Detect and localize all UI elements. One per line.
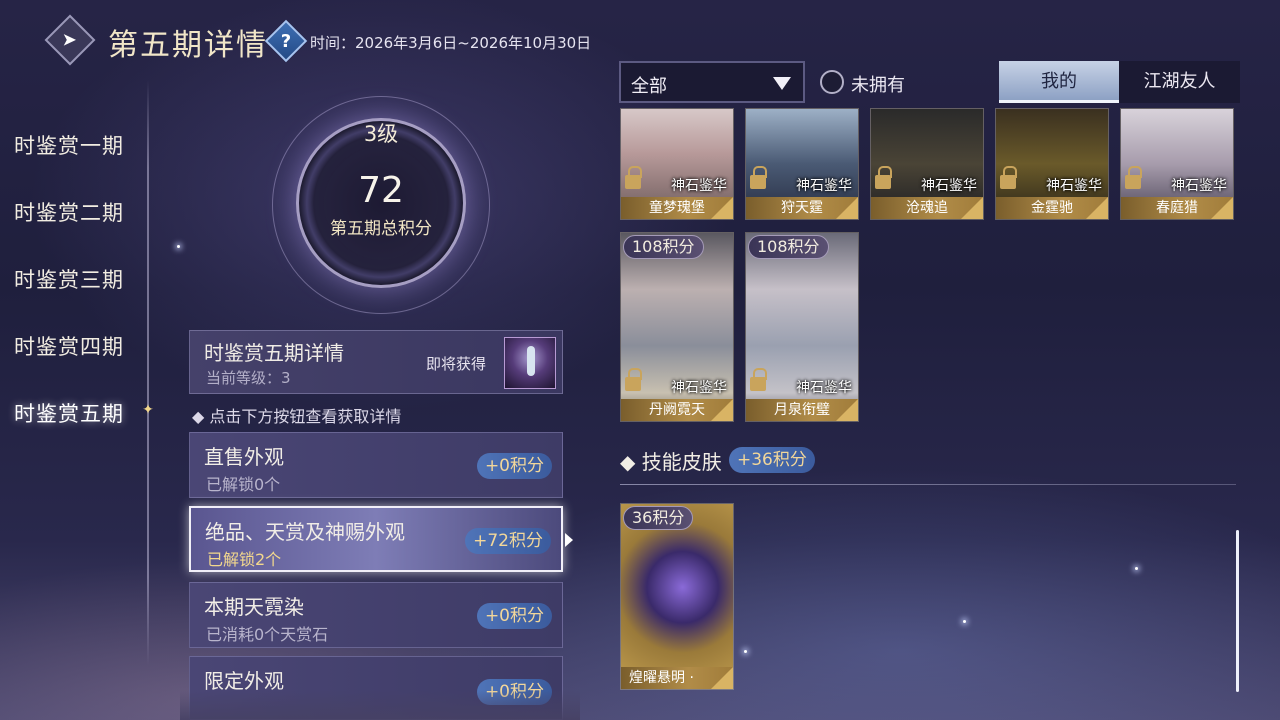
- category-dye[interactable]: 本期天霓染 已消耗0个天赏石 +0积分: [189, 582, 563, 648]
- period-tab-5[interactable]: 时鉴赏五期: [14, 398, 124, 465]
- item-type: 神石鉴华: [921, 178, 977, 194]
- category-direct-sale[interactable]: 直售外观 已解锁0个 +0积分: [189, 432, 563, 498]
- current-level: 当前等级：3: [206, 369, 291, 387]
- item-type: 神石鉴华: [796, 178, 852, 194]
- lock-icon: [875, 166, 892, 189]
- chevron-down-icon: [773, 77, 791, 90]
- lock-icon: [625, 166, 642, 189]
- category-premium[interactable]: 绝品、天赏及神赐外观 已解锁2个 +72积分: [189, 506, 563, 572]
- hint-text: ◆ 点击下方按钮查看获取详情: [192, 407, 402, 426]
- star-decoration: [744, 650, 747, 653]
- item-points-badge: 108积分: [748, 235, 829, 259]
- tab-mine[interactable]: 我的: [999, 61, 1119, 103]
- item-card[interactable]: 神石鉴华 金霆驰: [995, 108, 1109, 220]
- item-points-badge: 108积分: [623, 235, 704, 259]
- item-card[interactable]: 36积分 煌曜悬明 ·: [620, 503, 734, 690]
- item-type: 神石鉴华: [671, 178, 727, 194]
- detail-title: 时鉴赏五期详情: [204, 341, 344, 365]
- not-owned-radio[interactable]: [820, 70, 844, 94]
- corner-icon: [836, 399, 858, 421]
- item-card[interactable]: 108积分 神石鉴华 月泉衔璧: [745, 232, 859, 422]
- total-points-value: 72: [358, 170, 404, 211]
- corner-icon: [711, 399, 733, 421]
- corner-icon: [1211, 197, 1233, 219]
- corner-icon: [836, 197, 858, 219]
- period-tab-2[interactable]: 时鉴赏二期: [14, 197, 124, 264]
- lock-icon: [750, 368, 767, 391]
- star-decoration: [963, 620, 966, 623]
- back-arrow-icon: ➤: [62, 29, 78, 51]
- item-type: 神石鉴华: [796, 380, 852, 396]
- category-sub: 已解锁0个: [206, 475, 281, 494]
- not-owned-label[interactable]: 未拥有: [851, 71, 905, 97]
- back-button[interactable]: ➤: [44, 14, 96, 66]
- category-points-badge: +72积分: [465, 528, 551, 554]
- tab-friends[interactable]: 江湖友人: [1119, 61, 1240, 103]
- filter-dropdown[interactable]: 全部: [619, 61, 805, 103]
- filter-value: 全部: [631, 76, 667, 97]
- period-tab-4[interactable]: 时鉴赏四期: [14, 331, 124, 398]
- category-points-badge: +0积分: [476, 453, 552, 479]
- period-detail-card[interactable]: 时鉴赏五期详情 当前等级：3 即将获得: [189, 330, 563, 394]
- skill-section-title: ◆ 技能皮肤: [620, 450, 722, 474]
- period-tab-list: 时鉴赏一期 时鉴赏二期 时鉴赏三期 时鉴赏四期 时鉴赏五期: [14, 130, 124, 465]
- section-divider: [620, 484, 1236, 485]
- help-icon[interactable]: ?: [264, 19, 308, 63]
- selected-arrow-icon: [565, 533, 573, 547]
- item-type: 神石鉴华: [671, 380, 727, 396]
- item-card[interactable]: 神石鉴华 童梦瑰堡: [620, 108, 734, 220]
- corner-icon: [711, 197, 733, 219]
- star-decoration: [177, 245, 180, 248]
- item-type: 神石鉴华: [1171, 178, 1227, 194]
- page-title: 第五期详情: [108, 28, 268, 63]
- lock-icon: [1125, 166, 1142, 189]
- item-card[interactable]: 神石鉴华 春庭猎: [1120, 108, 1234, 220]
- category-sub: 已消耗0个天赏石: [206, 625, 329, 644]
- reward-thumbnail[interactable]: [504, 337, 556, 389]
- category-name: 直售外观: [204, 445, 284, 469]
- item-art: [621, 504, 733, 689]
- lock-icon: [625, 368, 642, 391]
- lock-icon: [750, 166, 767, 189]
- scrollbar[interactable]: [1236, 530, 1239, 692]
- item-card[interactable]: 108积分 神石鉴华 丹阙霓天: [620, 232, 734, 422]
- lock-icon: [1000, 166, 1017, 189]
- period-tab-3[interactable]: 时鉴赏三期: [14, 264, 124, 331]
- item-type: 神石鉴华: [1046, 178, 1102, 194]
- soon-label: 即将获得: [426, 355, 487, 373]
- category-points-badge: +0积分: [476, 603, 552, 629]
- item-card[interactable]: 神石鉴华 狩天霆: [745, 108, 859, 220]
- tab-divider: [147, 80, 149, 665]
- period-time: 时间：2026年3月6日~2026年10月30日: [310, 34, 592, 52]
- corner-icon: [1086, 197, 1108, 219]
- category-name: 本期天霓染: [204, 595, 304, 619]
- corner-icon: [711, 667, 733, 689]
- item-points-badge: 36积分: [623, 506, 694, 530]
- skill-section-points: +36积分: [729, 447, 815, 473]
- corner-icon: [961, 197, 983, 219]
- category-sub: 已解锁2个: [207, 550, 282, 569]
- list-fade: [180, 690, 580, 720]
- active-tab-marker-icon: ✦: [142, 402, 154, 418]
- total-points-label: 第五期总积分: [330, 219, 432, 239]
- item-card[interactable]: 神石鉴华 沧魂追: [870, 108, 984, 220]
- star-decoration: [1135, 567, 1138, 570]
- category-name: 绝品、天赏及神赐外观: [205, 520, 405, 544]
